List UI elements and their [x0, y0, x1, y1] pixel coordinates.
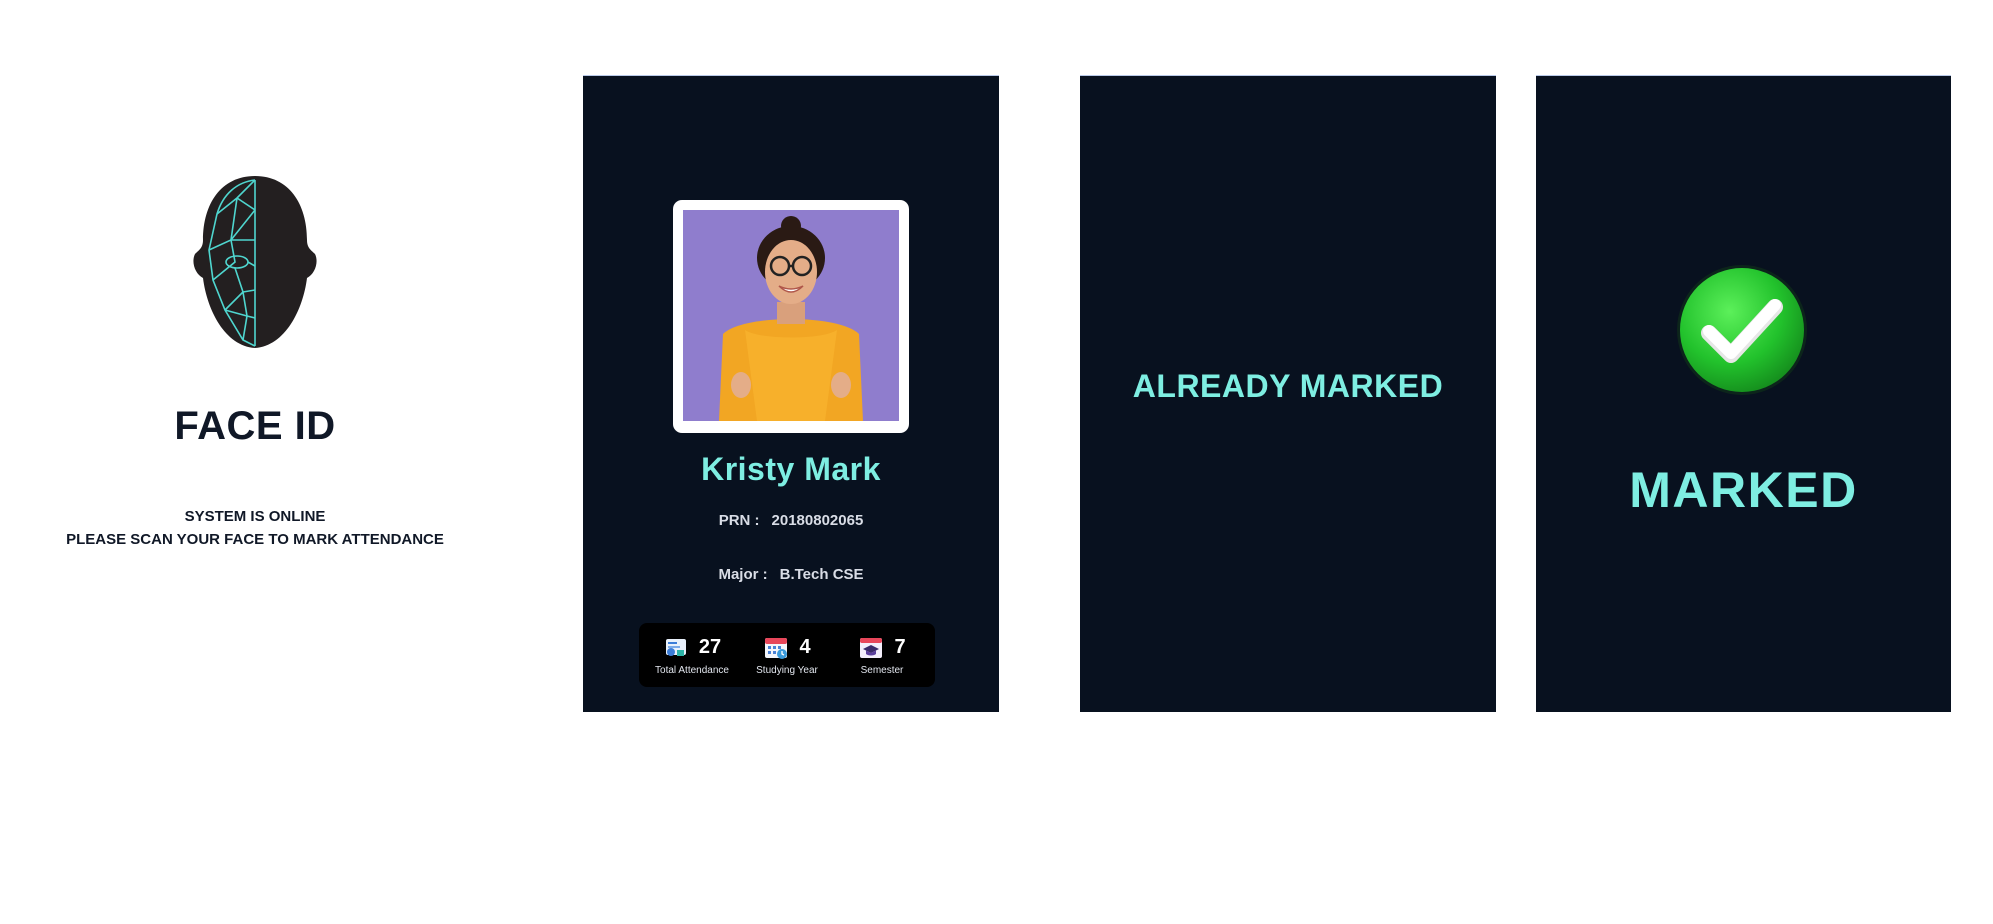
semester-value: 7: [894, 635, 906, 658]
graduation-cap-icon: [860, 638, 883, 658]
studying-year-value: 4: [799, 635, 811, 658]
face-id-intro: FACE ID SYSTEM IS ONLINE PLEASE SCAN YOU…: [50, 170, 460, 551]
major-value: B.Tech CSE: [779, 566, 864, 583]
prn-label: PRN :: [718, 512, 760, 529]
scan-instruction-text: PLEASE SCAN YOUR FACE TO MARK ATTENDANCE: [66, 531, 444, 548]
face-scan-head-icon: [193, 176, 317, 348]
total-attendance-label: Total Attendance: [655, 665, 729, 676]
stat-studying-year: 4 Studying Year: [742, 623, 832, 687]
major-label: Major :: [718, 566, 768, 583]
total-attendance-value: 27: [698, 635, 722, 658]
prn-value: 20180802065: [771, 512, 864, 529]
studying-year-label: Studying Year: [756, 665, 818, 676]
student-profile-panel: Kristy Mark PRN : 20180802065 Major : B.…: [583, 75, 999, 712]
student-name: Kristy Mark: [701, 451, 881, 487]
face-id-title: FACE ID: [174, 404, 336, 448]
student-photo: [683, 210, 899, 421]
student-portrait-image: [683, 210, 899, 421]
stats-bar: 27 Total Attendance 4 Studying Year 7 Se…: [639, 623, 935, 687]
semester-label: Semester: [860, 665, 904, 676]
already-marked-panel: ALREADY MARKED: [1080, 75, 1496, 712]
attendance-icon: [665, 639, 686, 656]
marked-message: MARKED: [1629, 462, 1858, 518]
stat-total-attendance: 27 Total Attendance: [647, 623, 737, 687]
major-row: Major : B.Tech CSE: [583, 566, 999, 583]
marked-panel: MARKED: [1536, 75, 1951, 712]
status-online-text: SYSTEM IS ONLINE: [184, 508, 326, 525]
prn-row: PRN : 20180802065: [583, 512, 999, 529]
green-check-icon: [1675, 263, 1809, 397]
already-marked-message: ALREADY MARKED: [1132, 368, 1444, 404]
system-status: SYSTEM IS ONLINE PLEASE SCAN YOUR FACE T…: [66, 505, 444, 551]
calendar-icon: [765, 638, 788, 659]
photo-frame: [673, 200, 909, 433]
stat-semester: 7 Semester: [837, 623, 927, 687]
